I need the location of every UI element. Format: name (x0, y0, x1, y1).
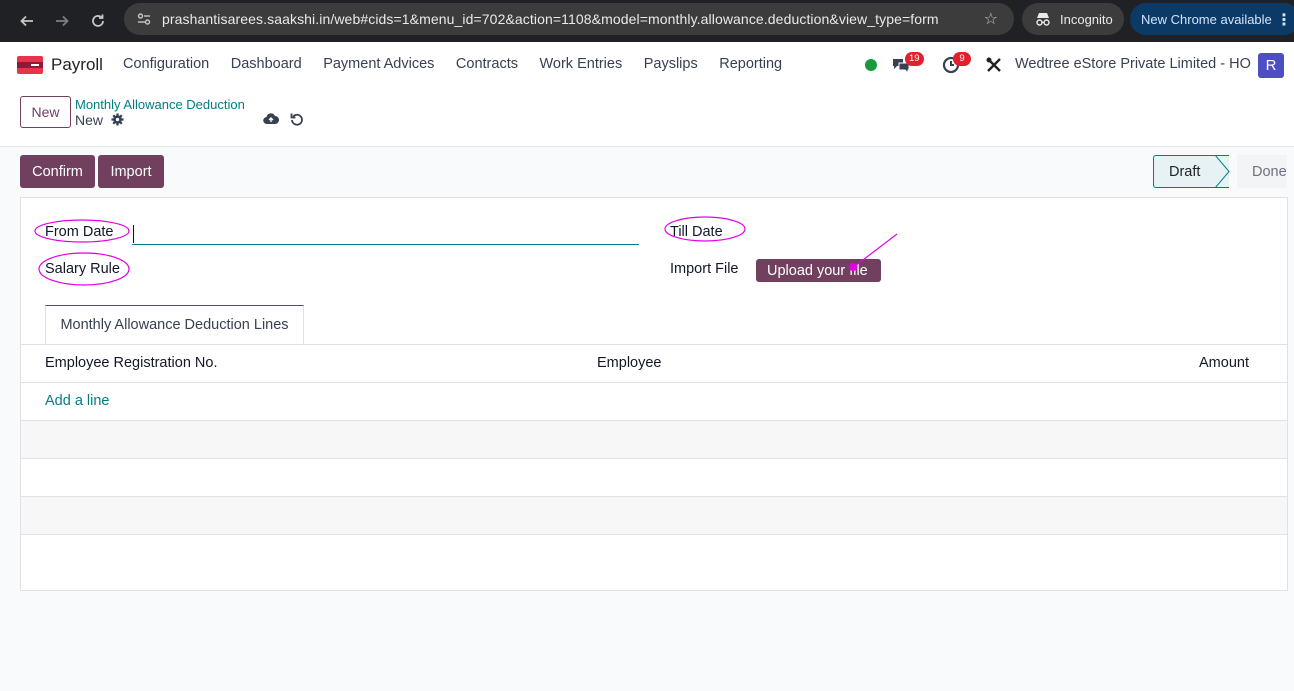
new-chrome-available-button[interactable]: New Chrome available (1130, 3, 1294, 35)
reload-icon[interactable] (85, 8, 111, 34)
add-line-link[interactable]: Add a line (45, 393, 110, 409)
tab-label: Monthly Allowance Deduction Lines (60, 317, 289, 333)
lines-table-header: Employee Registration No. Employee Amoun… (21, 345, 1287, 383)
from-date-input[interactable] (132, 223, 639, 245)
till-date-label: Till Date (670, 224, 723, 240)
import-file-label: Import File (670, 261, 739, 277)
save-cloud-icon[interactable] (263, 112, 279, 126)
main-menu: Configuration Dashboard Payment Advices … (123, 56, 804, 72)
url-text[interactable]: prashantisarees.saakshi.in/web#cids=1&me… (162, 11, 939, 27)
menu-reporting[interactable]: Reporting (719, 56, 782, 72)
bookmark-star-icon[interactable]: ☆ (984, 9, 998, 29)
payroll-app-icon[interactable] (17, 56, 43, 74)
incognito-icon (1034, 11, 1052, 27)
debug-tools-icon[interactable] (985, 56, 1003, 74)
control-panel: New Monthly Allowance Deduction New (0, 88, 1294, 147)
status-arrow (1215, 155, 1230, 188)
tab-deduction-lines[interactable]: Monthly Allowance Deduction Lines (45, 305, 304, 344)
menu-payslips[interactable]: Payslips (644, 56, 698, 72)
table-row (21, 459, 1287, 497)
table-row (21, 421, 1287, 459)
upload-file-button[interactable]: Upload your file (756, 259, 881, 282)
forward-icon[interactable] (49, 8, 75, 34)
activities-badge: 9 (953, 52, 971, 66)
app-navbar: Payroll Configuration Dashboard Payment … (0, 42, 1294, 88)
back-icon[interactable] (14, 8, 40, 34)
menu-configuration[interactable]: Configuration (123, 56, 209, 72)
new-chrome-label: New Chrome available (1141, 11, 1272, 27)
address-bar[interactable]: prashantisarees.saakshi.in/web#cids=1&me… (124, 3, 1014, 35)
site-settings-icon[interactable] (136, 11, 152, 27)
incognito-label: Incognito (1060, 11, 1113, 27)
messages-badge: 19 (905, 52, 924, 66)
action-bar: Confirm Import Done Draft (0, 148, 1294, 196)
app-name[interactable]: Payroll (51, 55, 103, 75)
presence-status-dot[interactable] (865, 59, 877, 71)
gear-icon[interactable] (111, 113, 124, 126)
menu-dashboard[interactable]: Dashboard (231, 56, 302, 72)
add-line-row: Add a line (21, 383, 1287, 421)
user-avatar[interactable]: R (1258, 53, 1284, 78)
breadcrumb[interactable]: Monthly Allowance Deduction (75, 97, 245, 112)
column-employee-registration-no[interactable]: Employee Registration No. (45, 355, 217, 371)
import-button[interactable]: Import (98, 155, 164, 188)
discard-undo-icon[interactable] (290, 112, 304, 126)
menu-work-entries[interactable]: Work Entries (539, 56, 622, 72)
confirm-button[interactable]: Confirm (20, 155, 95, 188)
menu-payment-advices[interactable]: Payment Advices (323, 56, 434, 72)
text-caret (133, 225, 134, 243)
browser-toolbar: prashantisarees.saakshi.in/web#cids=1&me… (0, 0, 1294, 42)
salary-rule-label: Salary Rule (45, 261, 120, 277)
form-sheet: From Date Till Date Salary Rule Import F… (20, 197, 1288, 591)
incognito-indicator[interactable]: Incognito (1022, 3, 1124, 35)
new-button[interactable]: New (20, 96, 71, 128)
table-row (21, 497, 1287, 535)
status-done[interactable]: Done (1237, 155, 1287, 188)
status-bar: Done Draft (1153, 155, 1287, 188)
column-employee[interactable]: Employee (597, 355, 661, 371)
column-amount[interactable]: Amount (1199, 355, 1249, 371)
menu-contracts[interactable]: Contracts (456, 56, 518, 72)
chrome-menu-icon[interactable]: ⋮ (1276, 10, 1292, 30)
from-date-label: From Date (45, 224, 114, 240)
company-switcher[interactable]: Wedtree eStore Private Limited - HO (1015, 56, 1251, 72)
record-name: New (75, 112, 104, 128)
